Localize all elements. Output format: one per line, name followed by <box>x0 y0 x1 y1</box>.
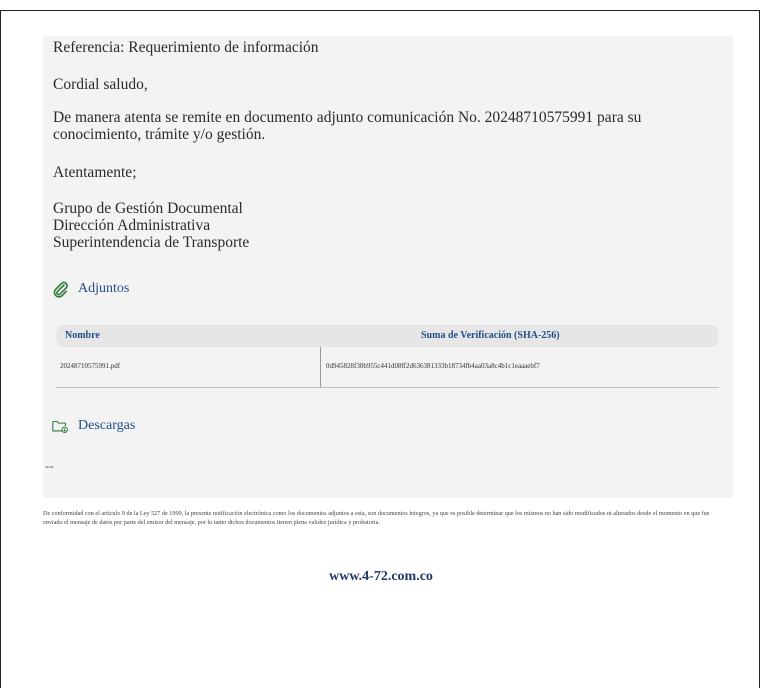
attachment-file-link[interactable]: 20248710575991.pdf <box>60 362 120 370</box>
email-closing: Atentamente; <box>53 164 137 181</box>
table-header: Nombre Suma de Verificación (SHA-256) <box>56 325 719 347</box>
email-content-panel: Referencia: Requerimiento de información… <box>43 36 733 498</box>
email-reference: Referencia: Requerimiento de información <box>53 39 319 56</box>
website-link[interactable]: www.4-72.com.co <box>0 569 762 585</box>
column-header-hash: Suma de Verificación (SHA-256) <box>421 330 560 341</box>
column-divider <box>320 347 321 387</box>
attachments-table: Nombre Suma de Verificación (SHA-256) 20… <box>56 325 719 388</box>
attachment-hash: 0d945828f30b955c441d08ff2d636381333b1873… <box>326 362 540 370</box>
paperclip-icon <box>53 281 68 298</box>
table-row: 20248710575991.pdf 0d945828f30b955c441d0… <box>56 347 719 388</box>
attachments-title: Adjuntos <box>78 281 130 296</box>
email-signature: Grupo de Gestión Documental Dirección Ad… <box>53 200 249 251</box>
downloads-content: -- <box>45 458 54 473</box>
signature-line: Dirección Administrativa <box>53 217 211 234</box>
email-message: De manera atenta se remite en documento … <box>53 109 642 143</box>
column-header-name: Nombre <box>65 330 100 341</box>
signature-line: Superintendencia de Transporte <box>53 234 250 251</box>
legal-disclaimer: De conformidad con el artículo 9 de la L… <box>43 510 710 526</box>
attachments-header: Adjuntos <box>51 280 129 298</box>
downloads-header: Descargas <box>51 417 135 435</box>
downloads-title: Descargas <box>78 418 136 433</box>
email-greeting: Cordial saludo, <box>53 76 148 93</box>
folder-download-icon <box>52 420 68 433</box>
signature-line: Grupo de Gestión Documental <box>53 200 243 217</box>
